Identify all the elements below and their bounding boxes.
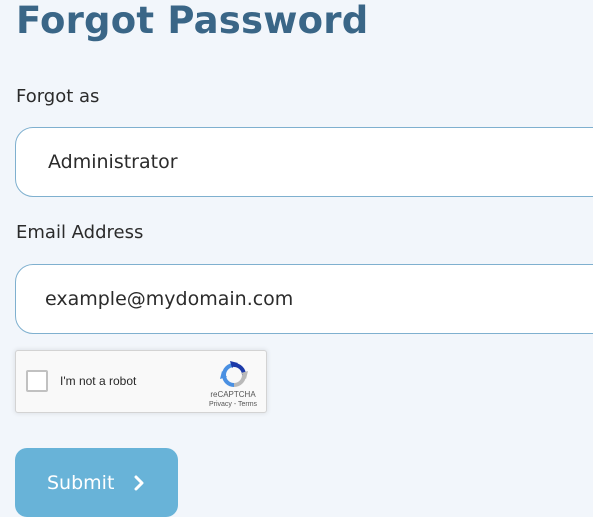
forgot-as-label: Forgot as bbox=[16, 86, 100, 107]
email-field-container bbox=[15, 264, 593, 334]
chevron-right-icon bbox=[134, 475, 144, 490]
recaptcha-checkbox[interactable] bbox=[26, 370, 48, 392]
submit-button[interactable]: Submit bbox=[15, 448, 178, 517]
forgot-as-select[interactable]: Administrator bbox=[15, 127, 593, 197]
recaptcha-logo-icon bbox=[220, 361, 248, 387]
submit-label: Submit bbox=[47, 471, 115, 494]
page-title: Forgot Password bbox=[16, 0, 369, 42]
recaptcha-label: I'm not a robot bbox=[60, 374, 137, 388]
forgot-as-value: Administrator bbox=[48, 151, 178, 173]
recaptcha-brand: reCAPTCHA bbox=[210, 390, 256, 399]
email-label: Email Address bbox=[16, 222, 144, 243]
recaptcha-widget: I'm not a robot reCAPTCHA Privacy - Term… bbox=[15, 350, 267, 413]
email-field[interactable] bbox=[45, 265, 565, 333]
recaptcha-privacy-terms-link[interactable]: Privacy - Terms bbox=[196, 400, 270, 409]
